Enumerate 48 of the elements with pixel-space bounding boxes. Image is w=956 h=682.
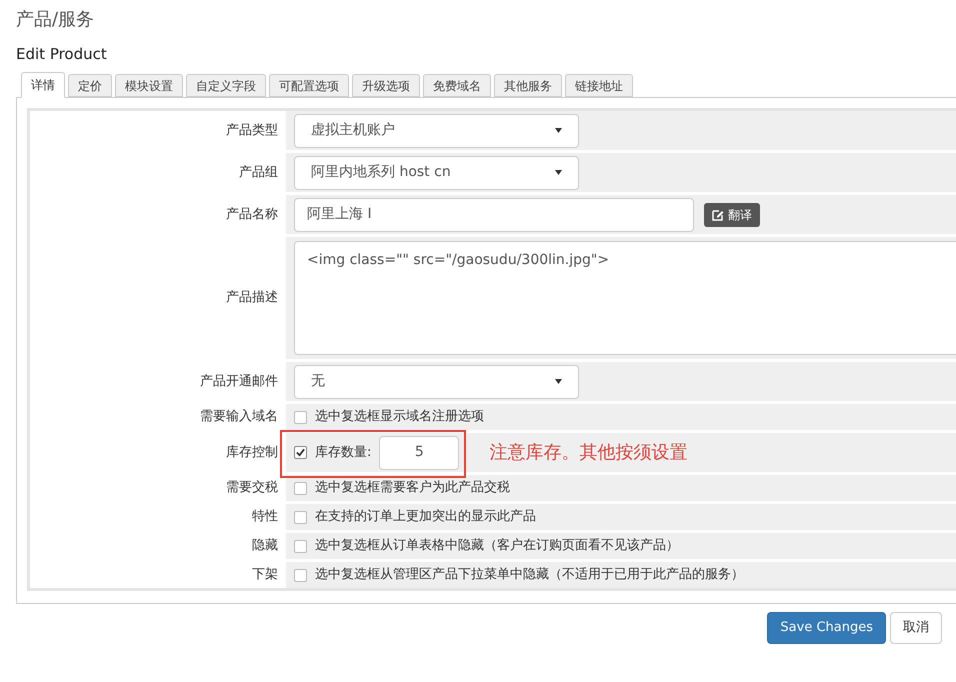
edit-icon [712, 208, 724, 220]
checkbox-label: 选中复选框从订单表格中隐藏（客户在订购页面看不见该产品） [315, 537, 679, 556]
field-label: 产品组 [238, 164, 279, 182]
select-field[interactable]: 虚拟主机账户 [294, 114, 579, 148]
dropdown-caret-icon [555, 170, 562, 175]
save-button[interactable]: Save Changes [767, 612, 886, 644]
cancel-button[interactable]: 取消 [890, 612, 942, 644]
tab[interactable]: 免费域名 [423, 74, 491, 97]
tab[interactable]: 自定义字段 [186, 74, 266, 97]
tab[interactable]: 可配置选项 [269, 74, 349, 97]
field-label: 特性 [251, 508, 279, 526]
description-textarea[interactable]: <img class="" src="/gaosudu/300lin.jpg"> [294, 241, 956, 355]
translate-button[interactable]: 翻译 [704, 202, 760, 226]
field-label: 需要交税 [225, 479, 279, 498]
stock-quantity-input[interactable]: 5 [379, 436, 460, 470]
checkbox-label: 选中复选框从管理区产品下拉菜单中隐藏（不适用于已用于此产品的服务） [315, 566, 744, 584]
tab[interactable]: 详情 [21, 72, 65, 98]
checkbox[interactable] [294, 446, 307, 459]
field-label: 需要输入域名 [199, 408, 279, 426]
field-label: 库存控制 [225, 444, 279, 462]
tab[interactable]: 链接地址 [565, 74, 633, 97]
checkbox[interactable] [294, 510, 307, 524]
field-label: 隐藏 [251, 537, 279, 556]
select-field[interactable]: 无 [294, 364, 579, 398]
stock-quantity-label: 库存数量: [315, 444, 372, 462]
field-label: 产品描述 [225, 289, 279, 308]
checkbox[interactable] [294, 410, 307, 424]
field-label: 产品开通邮件 [199, 372, 279, 391]
tab[interactable]: 定价 [68, 74, 112, 97]
tab[interactable]: 其他服务 [494, 74, 562, 97]
dropdown-caret-icon [555, 379, 562, 384]
checkbox[interactable] [294, 482, 307, 494]
checkbox-label: 选中复选框显示域名注册选项 [315, 408, 484, 426]
checkbox-label: 选中复选框需要客户为此产品交税 [315, 479, 510, 498]
select-field[interactable]: 阿里内地系列 host cn [294, 156, 579, 190]
field-label: 下架 [251, 566, 279, 584]
section-title: Edit Product [16, 44, 108, 64]
tab[interactable]: 模块设置 [115, 74, 183, 97]
annotation-note: 注意库存。其他按须设置 [489, 441, 688, 465]
checkbox[interactable] [294, 540, 307, 552]
checkbox-label: 在支持的订单上更加突出的显示此产品 [315, 508, 536, 526]
checkbox[interactable] [294, 568, 307, 582]
field-label: 产品名称 [225, 206, 279, 224]
tab[interactable]: 升级选项 [352, 74, 420, 97]
input-field[interactable]: 阿里上海 I [294, 198, 694, 232]
dropdown-caret-icon [555, 128, 562, 133]
page-title: 产品/服务 [16, 8, 96, 32]
field-label: 产品类型 [225, 122, 279, 140]
